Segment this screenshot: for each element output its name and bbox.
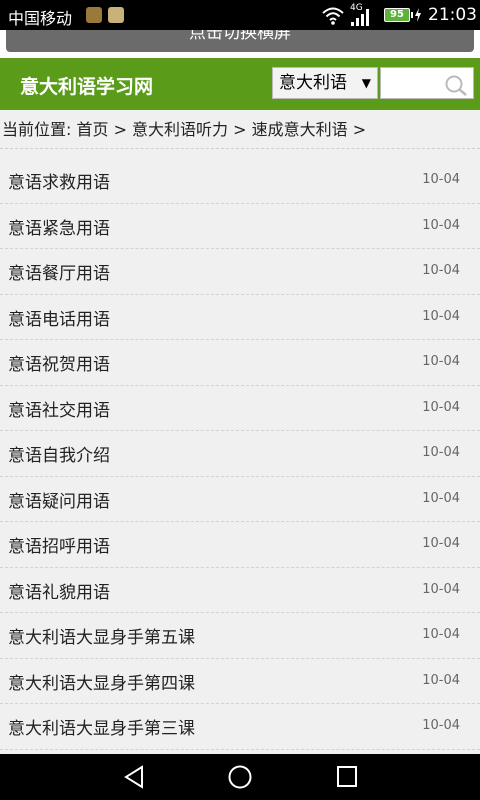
search-box[interactable]	[380, 67, 474, 99]
list-item-title[interactable]: 意语紧急用语	[8, 214, 110, 239]
list-item-date: 10-04	[422, 581, 460, 597]
list-item[interactable]: 意语疑问用语 10-04	[0, 477, 480, 522]
list-item-date: 10-04	[422, 490, 460, 506]
list-item-date: 10-04	[422, 672, 460, 688]
language-select[interactable]: 意大利语 ▼	[272, 67, 378, 99]
dropdown-arrow-icon: ▼	[361, 76, 371, 90]
list-item-date: 10-04	[422, 445, 460, 460]
home-icon[interactable]	[227, 764, 253, 790]
back-icon[interactable]	[122, 764, 146, 790]
list-item[interactable]: 意语社交用语 10-04	[0, 386, 480, 431]
wifi-icon	[322, 7, 344, 25]
list-item-title[interactable]: 意大利语大显身手第四课	[8, 669, 195, 694]
app-notification-icon	[86, 7, 102, 23]
list-item-date: 10-04	[422, 536, 460, 551]
list-item-title[interactable]: 意语自我介绍	[8, 441, 110, 466]
status-bar: 中国移动 4G 95 21:03	[0, 0, 480, 30]
rotate-screen-button[interactable]: 点击切换横屏	[6, 30, 474, 52]
list-item-date: 10-04	[422, 627, 460, 642]
site-logo[interactable]: 意大利语学习网	[20, 72, 153, 99]
list-item-date: 10-04	[422, 354, 460, 369]
recent-apps-icon[interactable]	[335, 764, 359, 790]
site-header: 意大利语学习网 意大利语 ▼	[0, 58, 480, 110]
list-item-date: 10-04	[422, 263, 460, 278]
status-time: 21:03	[428, 5, 477, 25]
list-item-title[interactable]: 意语疑问用语	[8, 487, 110, 512]
list-item-title[interactable]: 意语招呼用语	[8, 532, 110, 557]
list-item-title[interactable]: 意语餐厅用语	[8, 259, 110, 284]
list-item-date: 10-04	[422, 217, 460, 233]
carrier-name: 中国移动	[8, 9, 73, 28]
list-item-date: 10-04	[422, 399, 460, 415]
breadcrumb[interactable]: 当前位置: 首页 > 意大利语听力 > 速成意大利语 >	[0, 116, 480, 144]
list-item-title[interactable]: 意语礼貌用语	[8, 578, 110, 603]
image-notification-icon	[108, 7, 124, 23]
list-item-date: 10-04	[422, 718, 460, 733]
search-icon[interactable]	[443, 74, 469, 96]
list-item[interactable]: 意语紧急用语 10-04	[0, 204, 480, 249]
list-item[interactable]: 意大利语大显身手第四课 10-04	[0, 659, 480, 704]
list-item[interactable]: 意大利语大显身手第五课 10-04	[0, 613, 480, 659]
list-item-date: 10-04	[422, 172, 460, 187]
list-item-title[interactable]: 意语求救用语	[8, 168, 110, 193]
list-item[interactable]: 意语礼貌用语 10-04	[0, 568, 480, 613]
divider	[0, 148, 480, 149]
search-input[interactable]	[381, 68, 449, 98]
list-item[interactable]: 意语自我介绍 10-04	[0, 431, 480, 477]
list-item[interactable]: 意语电话用语 10-04	[0, 295, 480, 340]
list-item[interactable]: 意语招呼用语 10-04	[0, 522, 480, 568]
list-item[interactable]: 意语餐厅用语 10-04	[0, 249, 480, 295]
android-nav-bar	[0, 754, 480, 800]
list-item-date: 10-04	[422, 308, 460, 324]
charging-icon	[415, 8, 421, 22]
list-item-title[interactable]: 意大利语大显身手第三课	[8, 714, 195, 739]
list-item-title[interactable]: 意语电话用语	[8, 305, 110, 330]
list-item[interactable]: 意语祝贺用语 10-04	[0, 340, 480, 386]
cell-signal-icon	[351, 9, 369, 26]
list-item[interactable]: 意大利语大显身手第三课 10-04	[0, 704, 480, 750]
language-select-value: 意大利语	[279, 73, 347, 93]
article-list: 意语求救用语 10-04 意语紧急用语 10-04 意语餐厅用语 10-04 意语电话用语 1…	[0, 158, 480, 750]
battery-icon: 95	[384, 8, 413, 22]
list-item-title[interactable]: 意语祝贺用语	[8, 350, 110, 375]
list-item[interactable]: 意语求救用语 10-04	[0, 158, 480, 204]
rotate-bar: 点击切换横屏	[0, 30, 480, 58]
list-item-title[interactable]: 意大利语大显身手第五课	[8, 623, 195, 648]
list-item-title[interactable]: 意语社交用语	[8, 396, 110, 421]
